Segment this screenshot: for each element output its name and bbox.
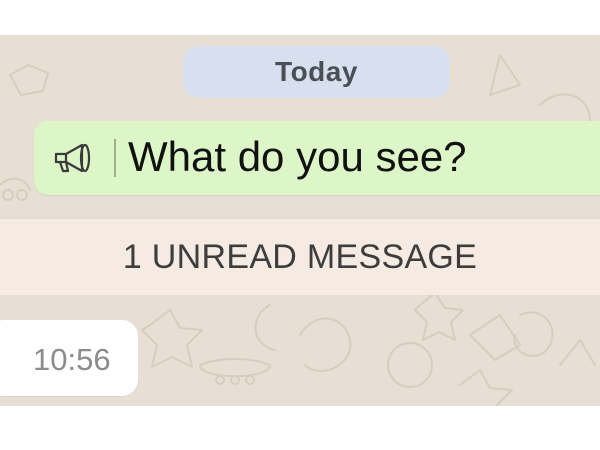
message-divider — [114, 139, 116, 177]
incoming-message-bubble[interactable]: 10:56 — [0, 320, 138, 396]
message-timestamp: 10:56 — [33, 342, 111, 377]
outgoing-message-bubble[interactable]: What do you see? — [34, 121, 600, 195]
chat-screen: Today What do you see? 1 UNREAD MESSAGE … — [0, 0, 600, 450]
chat-background[interactable]: Today What do you see? 1 UNREAD MESSAGE … — [0, 35, 600, 406]
message-text: What do you see? — [128, 133, 467, 180]
unread-messages-label: 1 UNREAD MESSAGE — [122, 237, 478, 276]
megaphone-icon — [54, 143, 91, 173]
unread-messages-banner: 1 UNREAD MESSAGE — [0, 219, 600, 295]
date-chip: Today — [183, 46, 450, 98]
date-chip-label: Today — [275, 56, 358, 87]
